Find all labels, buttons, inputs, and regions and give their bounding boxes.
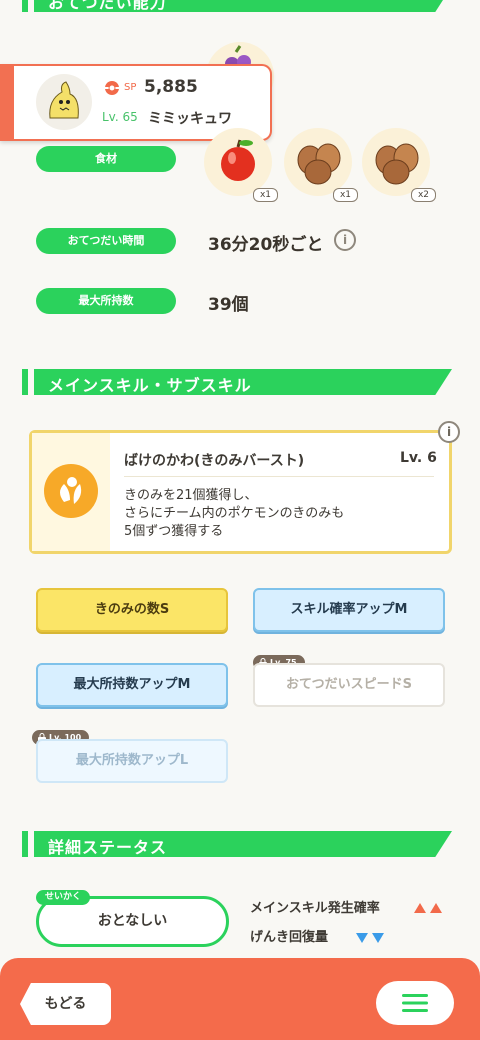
section-title: 詳細ステータス xyxy=(48,838,168,857)
pokemon-level: Lv. 65 xyxy=(102,110,138,124)
ingredient-count: x1 xyxy=(332,188,358,202)
ingredient-nut[interactable]: x1 xyxy=(284,128,358,202)
main-skill-description: きのみを21個獲得し、 さらにチーム内のポケモンのきのみも 5個ずつ獲得する xyxy=(124,488,345,539)
pokemon-name: ミミッキュワ xyxy=(148,111,232,127)
sub-skill-1[interactable]: きのみの数S xyxy=(36,588,228,632)
main-skill-card[interactable]: ばけのかわ(きのみバースト) Lv. 6 きのみを21個獲得し、 さらにチーム内… xyxy=(29,430,452,554)
nature-tag: せいかく xyxy=(36,890,91,905)
sub-skill-5[interactable]: 最大所持数アップL xyxy=(36,739,228,783)
section-header-help-ability: おてつだい能力 xyxy=(22,0,452,12)
nut-icon xyxy=(375,143,419,185)
section-title: おてつだい能力 xyxy=(48,0,167,12)
nut-icon xyxy=(297,143,341,185)
sp-label: SP xyxy=(124,82,137,93)
stat-up-icon xyxy=(414,899,444,918)
stat-down-icon xyxy=(356,929,386,948)
main-skill-level: Lv. 6 xyxy=(400,450,437,466)
apple-icon xyxy=(221,139,255,181)
ingredient-count: x1 xyxy=(252,188,278,202)
berry-burst-icon xyxy=(44,464,98,518)
ingredient-nut[interactable]: x2 xyxy=(362,128,436,202)
help-time-value: 36分20秒ごと xyxy=(208,235,324,255)
help-time-label: おてつだい時間 xyxy=(36,228,176,254)
sub-skill-2[interactable]: スキル確率アップM xyxy=(253,588,445,632)
back-button[interactable]: もどる xyxy=(20,983,111,1025)
max-carry-label: 最大所持数 xyxy=(36,288,176,314)
section-title: メインスキル・サブスキル xyxy=(48,376,252,395)
nature-up-label: メインスキル発生確率 xyxy=(250,901,380,916)
sub-skill-4[interactable]: おてつだいスピードS xyxy=(253,663,445,707)
max-carry-value: 39個 xyxy=(208,295,249,315)
menu-icon xyxy=(402,994,428,1012)
nature-down-label: げんき回復量 xyxy=(250,930,329,945)
ingredients-label: 食材 xyxy=(36,146,176,172)
skill-info-icon[interactable]: i xyxy=(438,421,460,443)
pokemon-avatar xyxy=(36,74,92,130)
info-icon[interactable]: i xyxy=(334,229,356,251)
main-skill-name: ばけのかわ(きのみバースト) xyxy=(124,453,305,469)
sub-skill-3[interactable]: 最大所持数アップM xyxy=(36,663,228,707)
sp-value: 5,885 xyxy=(144,77,198,97)
section-header-skills: メインスキル・サブスキル xyxy=(22,369,452,395)
ingredient-apple[interactable]: x1 xyxy=(204,128,278,202)
section-header-details: 詳細ステータス xyxy=(22,831,452,857)
menu-button[interactable] xyxy=(376,981,454,1025)
ingredient-count: x2 xyxy=(410,188,436,202)
pokeball-icon xyxy=(104,80,120,100)
